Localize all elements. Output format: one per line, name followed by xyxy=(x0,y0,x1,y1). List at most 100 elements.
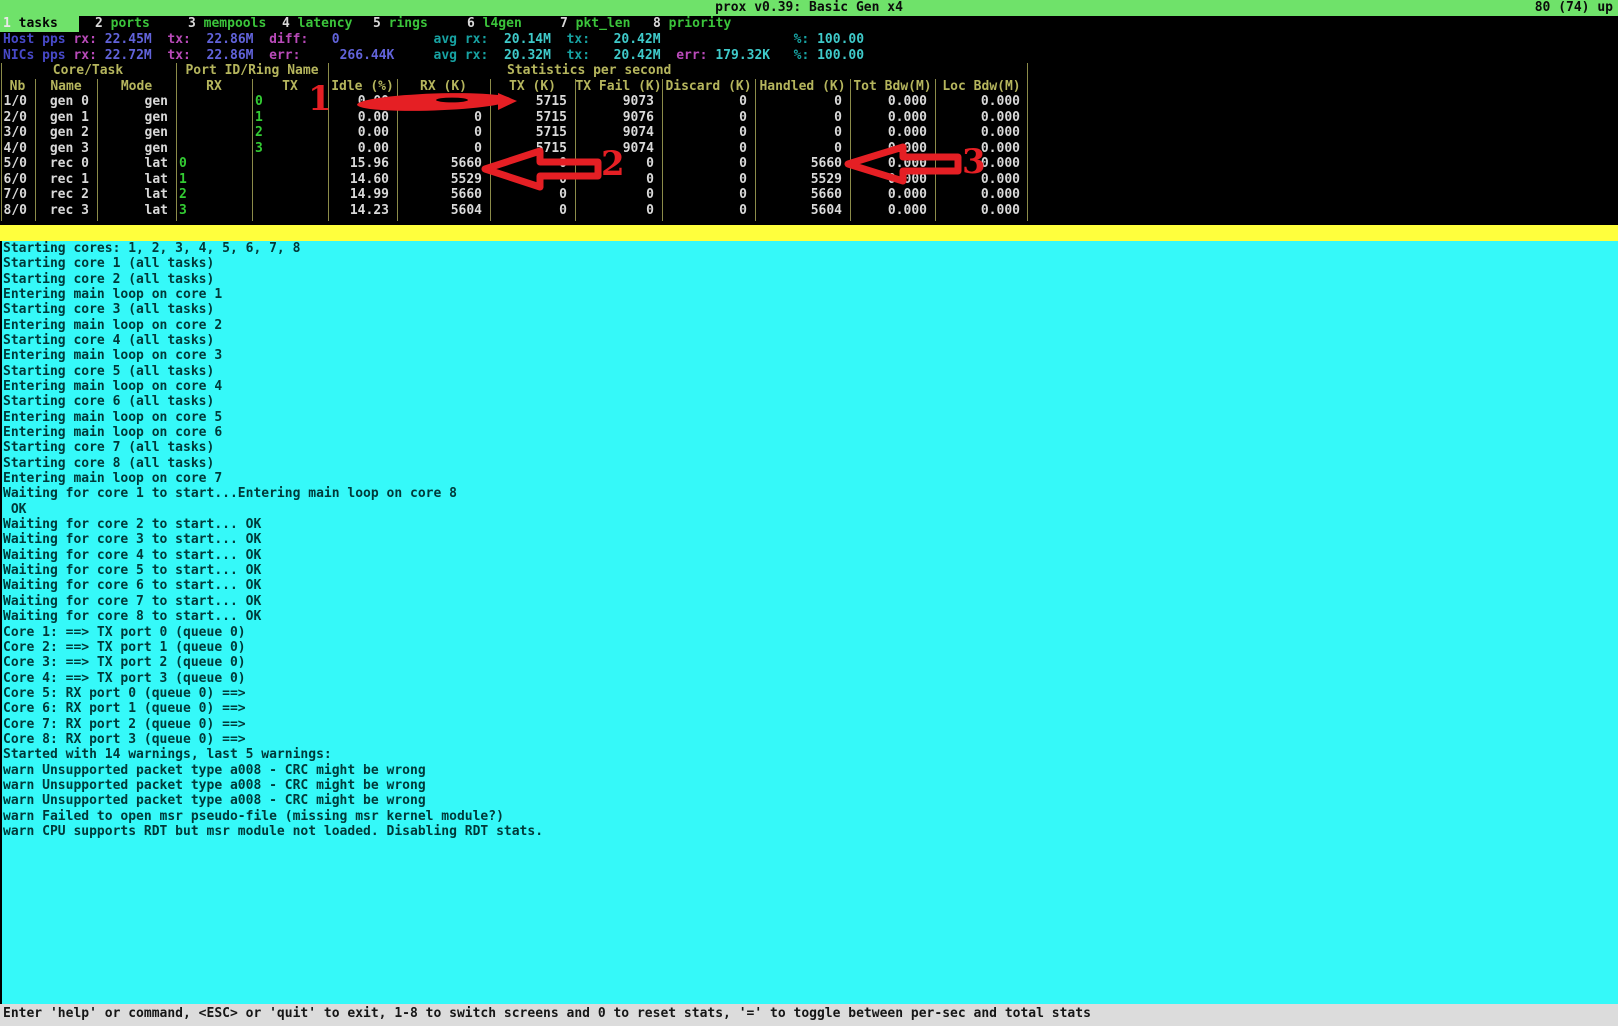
log-line: Core 1: ==> TX port 0 (queue 0) xyxy=(3,625,246,641)
log-line: Starting core 1 (all tasks) xyxy=(3,256,214,272)
table-cell: lat xyxy=(97,156,176,172)
table-cell: 5529 xyxy=(755,172,850,188)
tab-label: rings xyxy=(389,16,428,31)
stat-segment: 22.45M xyxy=(105,32,152,47)
table-group-header: Port ID/Ring Name xyxy=(176,63,328,79)
log-line: Waiting for core 4 to start... OK xyxy=(3,548,261,564)
table-cell xyxy=(176,141,252,157)
table-cell: 5715 xyxy=(490,110,575,126)
prox-terminal: prox v0.39: Basic Gen x4 80 (74) up 1 ta… xyxy=(0,0,1618,1026)
tab-number: 2 xyxy=(95,16,103,31)
log-line: Waiting for core 1 to start...Entering m… xyxy=(3,486,457,502)
table-cell: 0.000 xyxy=(850,94,935,110)
stat-segment xyxy=(340,32,434,47)
stat-segment: 20.42M xyxy=(598,32,661,47)
log-line: Waiting for core 3 to start... OK xyxy=(3,532,261,548)
tab-pkt_len[interactable]: 7 pkt_len xyxy=(560,16,630,32)
table-cell: 0.00 xyxy=(328,125,397,141)
table-cell: 0 xyxy=(397,125,490,141)
table-cell: lat xyxy=(97,187,176,203)
table-cell: 9076 xyxy=(575,110,662,126)
stat-segment: 100.00 xyxy=(817,48,864,63)
stat-segment: 22.86M xyxy=(207,32,254,47)
stat-segment: 20.42M xyxy=(598,48,661,63)
log-line: Starting core 2 (all tasks) xyxy=(3,272,214,288)
table-cell: 1/0 xyxy=(0,94,35,110)
log-line: Waiting for core 7 to start... OK xyxy=(3,594,261,610)
table-cell: 0 xyxy=(490,172,575,188)
table-cell: 0.00 xyxy=(328,141,397,157)
log-line: Starting core 7 (all tasks) xyxy=(3,440,214,456)
table-cell: 0 xyxy=(397,141,490,157)
table-cell: lat xyxy=(97,172,176,188)
stat-segment: 100.00 xyxy=(817,32,864,47)
stat-segment xyxy=(661,32,794,47)
table-cell: lat xyxy=(97,203,176,219)
tab-priority[interactable]: 8 priority xyxy=(653,16,731,32)
table-column-header: Loc Bdw(M) xyxy=(935,79,1028,95)
tab-label: priority xyxy=(669,16,732,31)
table-column-header: Nb xyxy=(0,79,35,95)
tab-tasks[interactable]: 1 tasks xyxy=(0,16,79,32)
table-cell: 1 xyxy=(252,110,328,126)
table-cell: 0.00 xyxy=(328,94,397,110)
command-input-bar[interactable]: Enter 'help' or command, <ESC> or 'quit'… xyxy=(0,1004,1618,1026)
log-line: warn CPU supports RDT but msr module not… xyxy=(3,824,543,840)
table-cell: 5660 xyxy=(755,156,850,172)
tab-ports[interactable]: 2 ports xyxy=(95,16,150,32)
column-separator xyxy=(176,63,177,221)
table-column-header: Idle (%) xyxy=(328,79,397,95)
log-line: Waiting for core 8 to start... OK xyxy=(3,609,261,625)
stat-segment: err: xyxy=(254,48,301,63)
table-cell: 3/0 xyxy=(0,125,35,141)
table-column-header: TX Fail (K) xyxy=(575,79,662,95)
table-cell: 7/0 xyxy=(0,187,35,203)
column-separator xyxy=(97,79,98,222)
table-cell: 0 xyxy=(662,172,755,188)
table-cell: 5529 xyxy=(397,172,490,188)
tab-label: latency xyxy=(298,16,353,31)
table-cell xyxy=(252,187,328,203)
log-line: Starting core 3 (all tasks) xyxy=(3,302,214,318)
stat-segment: %: xyxy=(770,48,817,63)
table-cell: 0 xyxy=(662,156,755,172)
table-cell: 0.000 xyxy=(935,172,1028,188)
table-cell xyxy=(252,172,328,188)
log-line: Entering main loop on core 2 xyxy=(3,318,222,334)
column-separator xyxy=(755,79,756,222)
table-cell xyxy=(176,125,252,141)
table-cell: 5/0 xyxy=(0,156,35,172)
stat-segment: 266.44K xyxy=(300,48,394,63)
table-cell: 0.000 xyxy=(850,125,935,141)
pps-stats-line: NICs pps rx: 22.72M tx: 22.86M err: 266.… xyxy=(3,48,864,64)
log-line: Waiting for core 6 to start... OK xyxy=(3,578,261,594)
table-cell: 5604 xyxy=(755,203,850,219)
table-cell: 0.000 xyxy=(850,156,935,172)
table-cell: gen 3 xyxy=(35,141,97,157)
table-column-header: Tot Bdw(M) xyxy=(850,79,935,95)
tab-rings[interactable]: 5 rings xyxy=(373,16,428,32)
tab-l4gen[interactable]: 6 l4gen xyxy=(467,16,522,32)
table-cell xyxy=(176,94,252,110)
table-cell: 0 xyxy=(575,156,662,172)
table-cell: 6/0 xyxy=(0,172,35,188)
table-cell: 1 xyxy=(176,172,252,188)
title-bar: prox v0.39: Basic Gen x4 80 (74) up xyxy=(0,0,1618,16)
table-cell: 0 xyxy=(490,203,575,219)
table-cell: 0 xyxy=(176,156,252,172)
tab-number: 5 xyxy=(373,16,381,31)
table-column-header: Discard (K) xyxy=(662,79,755,95)
table-cell: gen xyxy=(97,125,176,141)
log-line: Entering main loop on core 1 xyxy=(3,287,222,303)
table-group-header: Core/Task xyxy=(0,63,176,79)
tab-mempools[interactable]: 3 mempools xyxy=(188,16,266,32)
log-line: Entering main loop on core 6 xyxy=(3,425,222,441)
table-cell: 0 xyxy=(397,110,490,126)
table-cell: 14.99 xyxy=(328,187,397,203)
table-cell xyxy=(176,110,252,126)
table-cell: 5715 xyxy=(490,125,575,141)
log-line: Entering main loop on core 7 xyxy=(3,471,222,487)
table-cell: gen 2 xyxy=(35,125,97,141)
stat-segment: tx: xyxy=(551,32,598,47)
tab-latency[interactable]: 4 latency xyxy=(282,16,352,32)
